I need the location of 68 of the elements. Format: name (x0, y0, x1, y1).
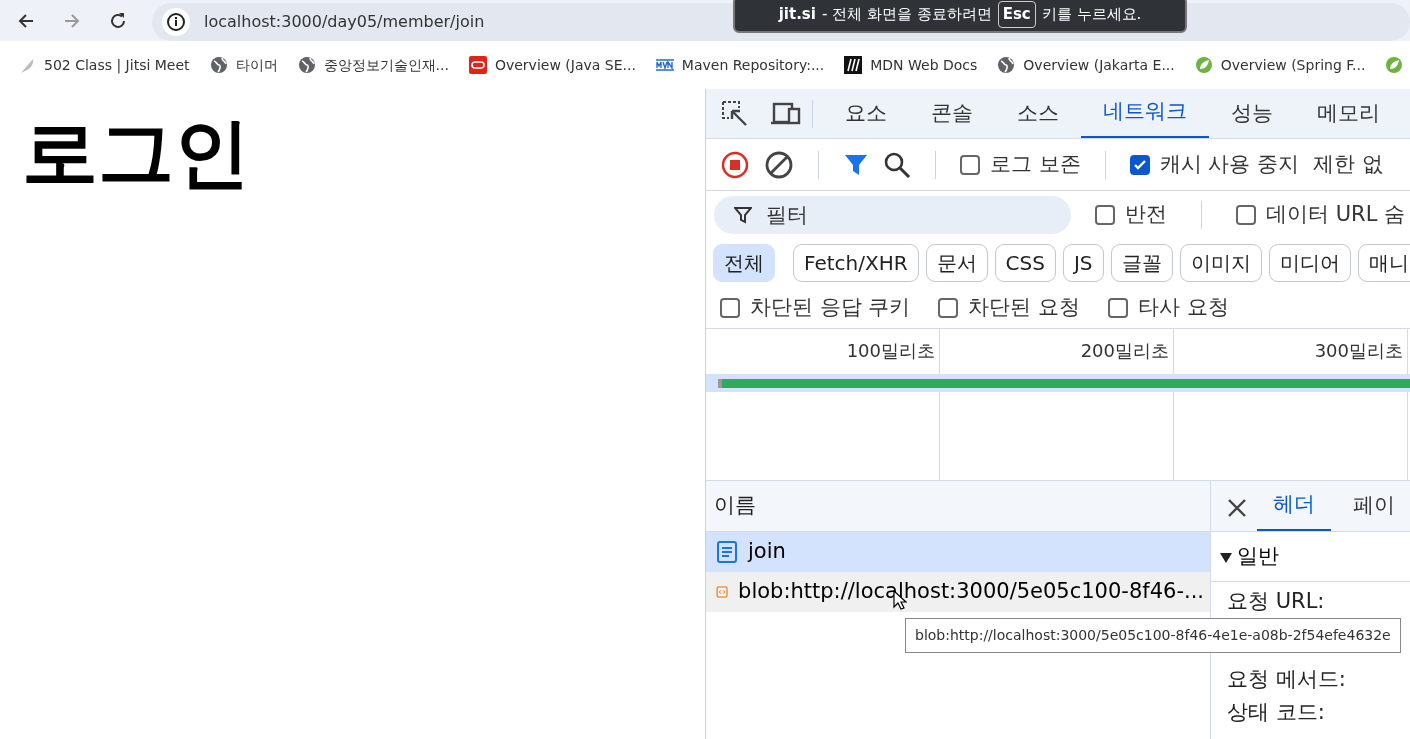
column-header[interactable]: 이름 (706, 481, 1210, 532)
bookmark[interactable]: 타이머 (209, 54, 278, 76)
request-row[interactable]: blob:http://localhost:3000/5e05c100-8f46-... (706, 572, 1210, 612)
type-filter-chip[interactable]: 이미지 (1179, 244, 1262, 282)
address-text: localhost:3000/day05/member/join (204, 11, 485, 33)
section-header[interactable]: 일반 (1211, 532, 1410, 582)
type-filter-chip[interactable]: CSS (994, 244, 1056, 282)
bookmark[interactable]: Overview (Java SE... (468, 54, 636, 76)
checkbox[interactable]: 차단된 요청 (938, 291, 1081, 324)
type-filter-chip[interactable]: 문서 (925, 244, 988, 282)
checkmark-icon (1132, 157, 1147, 172)
mdn-logo-icon (844, 56, 863, 74)
bookmark[interactable]: Overview (Jakarta E... (997, 54, 1175, 76)
panel-tab[interactable]: 성능 (1209, 89, 1295, 138)
panel-tab[interactable]: 요소 (823, 89, 909, 138)
field-label: 요청 메서드: (1226, 665, 1347, 693)
detail-tab[interactable]: 헤더 (1257, 481, 1331, 531)
record-stop-icon[interactable] (720, 149, 750, 180)
document-icon (716, 541, 738, 563)
clear-icon[interactable] (764, 149, 794, 180)
bookmark[interactable]: Maven Repository:... (655, 54, 825, 76)
info-icon (166, 12, 186, 32)
back-arrow-icon (17, 11, 35, 30)
oracle-logo-icon (468, 56, 487, 74)
checkbox[interactable]: 반전 (1095, 199, 1167, 231)
filter-icon (734, 206, 752, 224)
checkbox[interactable]: 타사 요청 (1108, 291, 1229, 324)
toast-text: 키를 누르세요. (1041, 4, 1142, 26)
forward-arrow-icon (63, 11, 81, 30)
bookmark[interactable]: MDN Web Docs (844, 54, 978, 76)
bookmark[interactable] (1385, 56, 1404, 74)
bookmark[interactable]: Overview (Spring F... (1194, 54, 1366, 76)
type-filter-chip[interactable]: 미디어 (1268, 244, 1351, 282)
type-filter-chip[interactable]: 매니 (1357, 244, 1410, 282)
globe-icon (297, 56, 316, 74)
type-filter-chip[interactable]: 전체 (713, 244, 775, 282)
search-icon[interactable] (883, 150, 911, 179)
panel-tab[interactable]: 콘솔 (909, 89, 995, 138)
reload-icon (109, 11, 127, 30)
field-label: 상태 코드: (1226, 699, 1326, 726)
checkbox[interactable]: 캐시 사용 중지 (1129, 148, 1300, 181)
leaf-icon (1194, 56, 1213, 74)
request-row[interactable]: join (706, 532, 1210, 572)
globe-icon (997, 56, 1016, 74)
checkbox[interactable]: 로그 보존 (960, 148, 1081, 181)
panel-tab[interactable]: 소스 (995, 89, 1081, 138)
type-filter-chip[interactable]: Fetch/XHR (793, 244, 919, 282)
type-filter-chip[interactable]: 글꼴 (1110, 244, 1173, 282)
leaf-icon (1385, 56, 1404, 74)
esc-key: Esc (997, 1, 1036, 28)
checkbox[interactable]: 데이터 URL 숨 (1236, 199, 1405, 231)
bookmark[interactable]: 중앙정보기술인재... (297, 54, 449, 76)
filter-field[interactable]: 필터 (714, 196, 1071, 234)
close-icon (1227, 497, 1247, 518)
throttling-dropdown[interactable]: 제한 없 (1313, 148, 1383, 181)
detail-tab[interactable]: 페이 (1337, 481, 1410, 531)
site-name: jit.si (778, 4, 816, 26)
tooltip: blob:http://localhost:3000/5e05c100-8f46-4e1e-a08b-2f54efe4632e (905, 618, 1401, 653)
panel-tab[interactable]: 네트워크 (1081, 89, 1209, 138)
page-heading: 로그인 (22, 111, 251, 195)
globe-icon (209, 56, 228, 74)
toast-text: - 전체 화면을 종료하려면 (821, 4, 992, 26)
bookmark[interactable]: 502 Class | Jitsi Meet (18, 54, 190, 76)
panel-tab[interactable]: 메모리 (1295, 89, 1402, 138)
type-filter-chip[interactable]: JS (1062, 244, 1104, 282)
checkbox[interactable]: 차단된 응답 쿠키 (720, 291, 911, 324)
mvn-logo-icon (655, 56, 674, 74)
field-label: 요청 URL: (1226, 588, 1326, 615)
